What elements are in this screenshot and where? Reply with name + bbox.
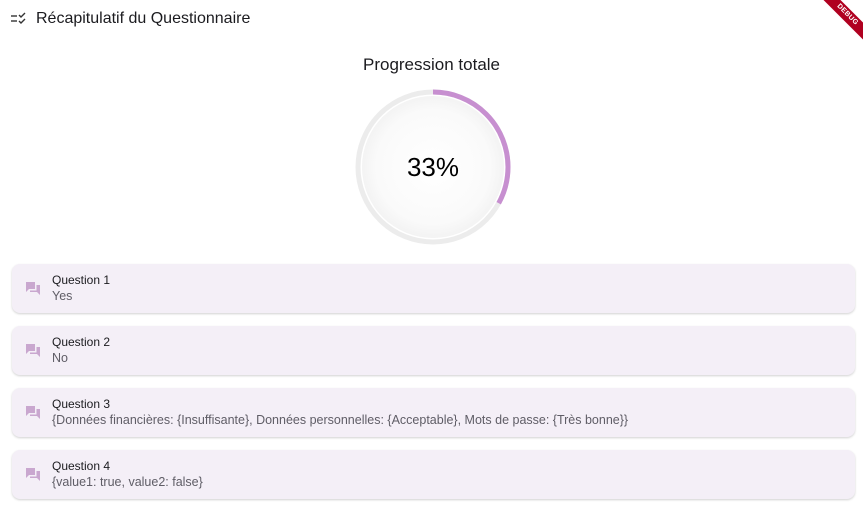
- question-answer: Yes: [52, 289, 73, 303]
- question-title: Question 4: [52, 459, 111, 473]
- question-card[interactable]: Question 3 {Données financières: {Insuffi…: [12, 388, 855, 437]
- summary-page: Récapitulatif du Questionnaire DEBUG Pro…: [0, 0, 863, 507]
- question-card-text: Question 4 {value1: true, value2: false}: [52, 458, 203, 491]
- question-answer-icon: [24, 466, 42, 484]
- question-answer-icon: [24, 342, 42, 360]
- question-card-text: Question 1 Yes: [52, 272, 110, 305]
- question-card[interactable]: Question 1 Yes: [12, 264, 855, 313]
- debug-banner: DEBUG: [819, 0, 863, 44]
- progress-value: 33%: [406, 151, 460, 182]
- question-card[interactable]: Question 4 {value1: true, value2: false}: [12, 450, 855, 499]
- app-bar: Récapitulatif du Questionnaire: [10, 6, 250, 32]
- question-answer-icon: [24, 404, 42, 422]
- page-title: Récapitulatif du Questionnaire: [36, 10, 251, 27]
- question-list: Question 1 Yes Question 2 No Question 3 {Donn…: [12, 264, 855, 507]
- question-card-text: Question 2 No: [52, 334, 110, 367]
- question-answer: No: [52, 351, 68, 365]
- checklist-icon: [10, 10, 28, 28]
- progress-title: Progression totale: [362, 55, 501, 74]
- question-title: Question 3: [52, 397, 111, 411]
- question-card-text: Question 3 {Données financières: {Insuffi…: [52, 396, 628, 429]
- question-card[interactable]: Question 2 No: [12, 326, 855, 375]
- question-title: Question 1: [52, 273, 111, 287]
- question-answer: {value1: true, value2: false}: [52, 475, 203, 489]
- debug-banner-label: DEBUG: [820, 0, 863, 42]
- question-answer: {Données financières: {Insuffisante}, Do…: [52, 413, 629, 427]
- question-title: Question 2: [52, 335, 111, 349]
- progress-ring: 33%: [354, 88, 512, 246]
- question-answer-icon: [24, 280, 42, 298]
